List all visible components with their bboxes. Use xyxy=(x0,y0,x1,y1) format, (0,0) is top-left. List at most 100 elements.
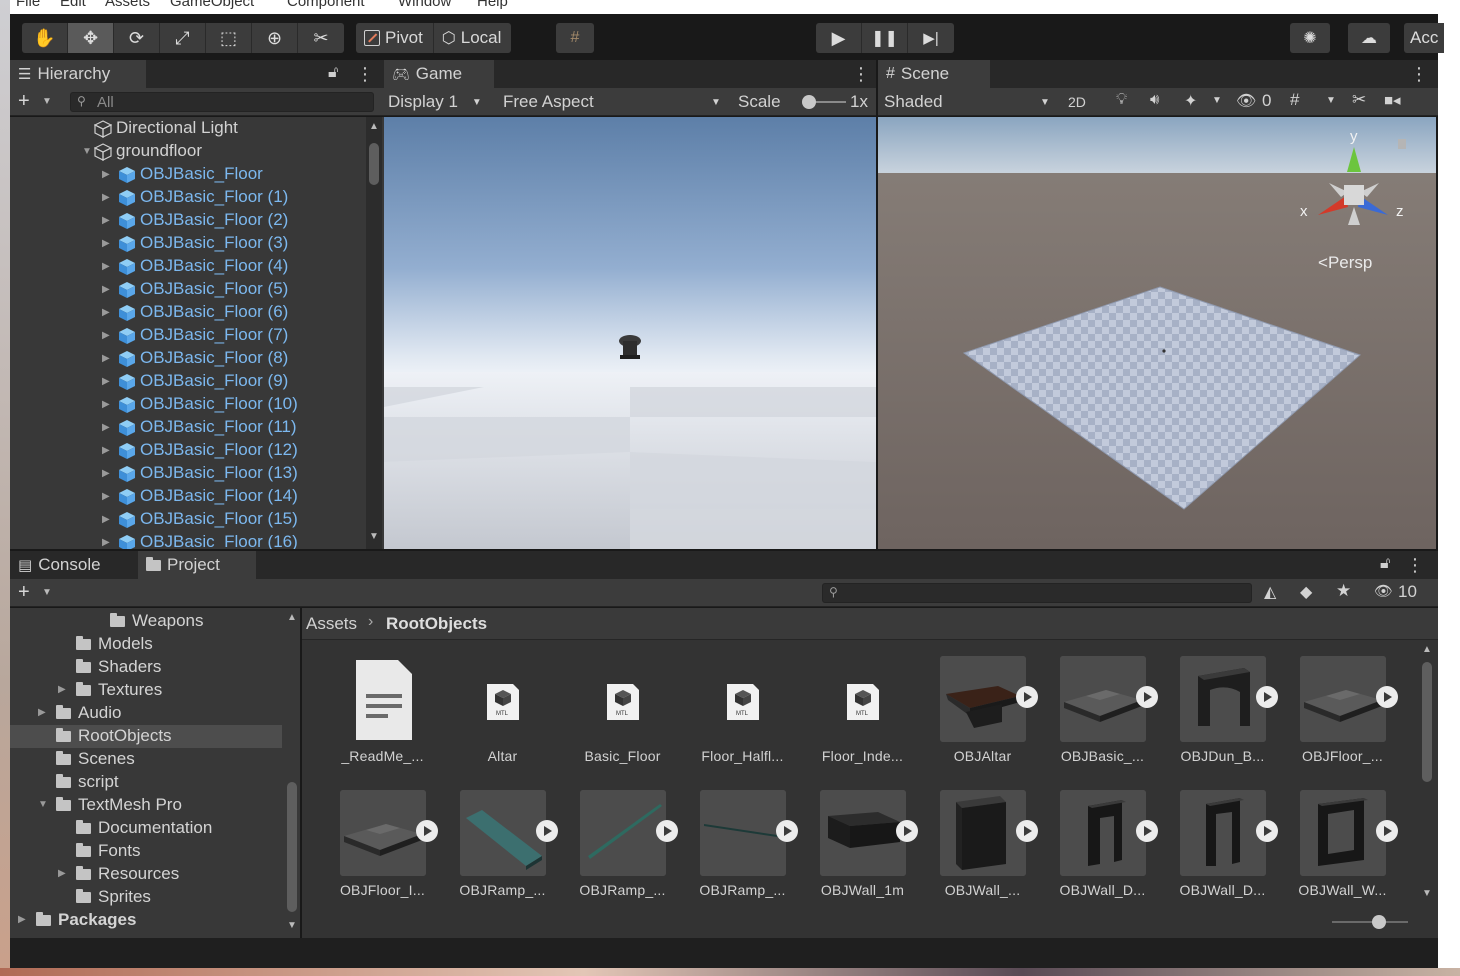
tree-scroll-thumb[interactable] xyxy=(287,782,297,912)
hierarchy-item[interactable]: ▶ OBJBasic_Floor (12) xyxy=(10,439,365,462)
folder-tree-item[interactable]: ▶ Packages xyxy=(10,909,282,932)
folder-tree-item[interactable]: Scenes xyxy=(10,748,282,771)
hierarchy-item[interactable]: ▶ OBJBasic_Floor (8) xyxy=(10,347,365,370)
hierarchy-item[interactable]: ▶ OBJBasic_Floor (16) xyxy=(10,531,365,549)
expand-closed-icon[interactable]: ▶ xyxy=(38,707,46,718)
asset-item[interactable]: OBJWall_... xyxy=(920,790,1038,920)
scroll-up-icon[interactable]: ▲ xyxy=(1422,644,1432,655)
menu-help[interactable]: Help xyxy=(477,0,508,10)
expand-play-icon[interactable] xyxy=(536,820,558,842)
asset-scrollbar[interactable]: ▲ ▼ xyxy=(1418,642,1436,904)
expand-closed-icon[interactable]: ▶ xyxy=(102,330,110,341)
cloud-button[interactable]: ☁ xyxy=(1348,23,1390,53)
audio-icon[interactable]: 🔊︎ xyxy=(1150,91,1159,108)
asset-item[interactable]: OBJFloor_... xyxy=(1280,656,1398,786)
asset-item[interactable]: OBJRamp_... xyxy=(560,790,678,920)
hierarchy-item[interactable]: ▶ OBJBasic_Floor (6) xyxy=(10,301,365,324)
menu-window[interactable]: Window xyxy=(398,0,451,10)
display-dropdown[interactable]: Display 1 ▼ xyxy=(388,92,482,112)
game-menu-icon[interactable]: ⋮ xyxy=(852,64,870,85)
expand-play-icon[interactable] xyxy=(416,820,438,842)
grid-snap-button[interactable]: # xyxy=(556,23,594,53)
game-viewport[interactable] xyxy=(384,117,876,549)
chevron-down-icon[interactable]: ▼ xyxy=(42,587,52,598)
lock-icon[interactable]: 🔓︎ xyxy=(1380,555,1390,573)
asset-item[interactable]: MTL Floor_Inde... xyxy=(800,656,918,786)
pause-button[interactable]: ❚❚ xyxy=(862,23,908,53)
asset-item[interactable]: OBJWall_1m xyxy=(800,790,918,920)
expand-play-icon[interactable] xyxy=(1136,686,1158,708)
scroll-down-icon[interactable]: ▼ xyxy=(369,531,379,542)
expand-play-icon[interactable] xyxy=(1016,820,1038,842)
custom-tool-icon[interactable]: ✂ xyxy=(298,23,344,53)
pivot-button[interactable]: Pivot xyxy=(356,23,434,53)
menu-gameobject[interactable]: GameObject xyxy=(170,0,254,10)
tree-scrollbar[interactable]: ▲ ▼ xyxy=(284,608,300,938)
hierarchy-item[interactable]: ▶ OBJBasic_Floor (1) xyxy=(10,186,365,209)
step-button[interactable]: ▶| xyxy=(908,23,954,53)
expand-play-icon[interactable] xyxy=(776,820,798,842)
expand-closed-icon[interactable]: ▶ xyxy=(102,445,110,456)
folder-tree-item[interactable]: Weapons xyxy=(10,610,282,633)
hierarchy-item[interactable]: ▶ OBJBasic_Floor xyxy=(10,163,365,186)
scale-tool-icon[interactable]: ⤢ xyxy=(160,23,206,53)
expand-play-icon[interactable] xyxy=(1376,686,1398,708)
scene-viewport[interactable]: y x z <Persp xyxy=(878,117,1436,549)
expand-open-icon[interactable]: ▼ xyxy=(82,146,92,157)
expand-play-icon[interactable] xyxy=(1376,820,1398,842)
hierarchy-scroll-thumb[interactable] xyxy=(369,143,379,185)
shading-dropdown[interactable]: Shaded ▼ xyxy=(884,92,1054,112)
expand-play-icon[interactable] xyxy=(1256,820,1278,842)
account-dropdown[interactable]: Acc xyxy=(1404,23,1444,53)
folder-tree-item[interactable]: Documentation xyxy=(10,817,282,840)
expand-closed-icon[interactable]: ▶ xyxy=(102,537,110,548)
move-tool-icon[interactable]: ✥ xyxy=(68,23,114,53)
asset-item[interactable]: OBJAltar xyxy=(920,656,1038,786)
lighting-icon[interactable]: 💡︎ xyxy=(1116,91,1127,109)
expand-closed-icon[interactable]: ▶ xyxy=(102,284,110,295)
project-menu-icon[interactable]: ⋮ xyxy=(1406,555,1424,576)
hierarchy-item[interactable]: ▶ OBJBasic_Floor (10) xyxy=(10,393,365,416)
thumbnail-size-knob[interactable] xyxy=(1372,915,1386,929)
play-button[interactable]: ▶ xyxy=(816,23,862,53)
scroll-down-icon[interactable]: ▼ xyxy=(287,920,297,931)
expand-closed-icon[interactable]: ▶ xyxy=(102,422,110,433)
rect-tool-icon[interactable]: ⬚ xyxy=(206,23,252,53)
chevron-down-icon[interactable]: ▼ xyxy=(1326,95,1336,106)
hierarchy-item[interactable]: ▶ OBJBasic_Floor (5) xyxy=(10,278,365,301)
expand-play-icon[interactable] xyxy=(896,820,918,842)
hierarchy-item[interactable]: ▶ OBJBasic_Floor (13) xyxy=(10,462,365,485)
menu-component[interactable]: Component xyxy=(287,0,365,10)
tab-hierarchy[interactable]: ☰ Hierarchy xyxy=(10,60,146,88)
expand-closed-icon[interactable]: ▶ xyxy=(102,192,110,203)
expand-closed-icon[interactable]: ▶ xyxy=(102,353,110,364)
transform-tool-icon[interactable]: ⊕ xyxy=(252,23,298,53)
expand-play-icon[interactable] xyxy=(656,820,678,842)
asset-item[interactable]: OBJRamp_... xyxy=(440,790,558,920)
local-button[interactable]: ⬡ Local xyxy=(434,23,512,53)
scale-slider[interactable] xyxy=(802,95,846,109)
aspect-dropdown[interactable]: Free Aspect ▼ xyxy=(503,92,721,112)
hidden-packages-icon[interactable]: 👁︎ xyxy=(1374,582,1393,600)
menu-file[interactable]: File xyxy=(16,0,40,10)
rotate-tool-icon[interactable]: ⟳ xyxy=(114,23,160,53)
tab-project[interactable]: Project xyxy=(138,551,256,579)
scale-slider-knob[interactable] xyxy=(802,95,816,109)
expand-closed-icon[interactable]: ▶ xyxy=(102,468,110,479)
scroll-up-icon[interactable]: ▲ xyxy=(287,612,297,623)
tab-game[interactable]: 🎮︎ Game xyxy=(384,60,494,88)
label-icon[interactable]: ◆ xyxy=(1300,582,1312,602)
hand-tool-icon[interactable]: ✋ xyxy=(22,23,68,53)
expand-closed-icon[interactable]: ▶ xyxy=(102,307,110,318)
thumbnail-size-slider[interactable] xyxy=(1332,915,1408,929)
expand-closed-icon[interactable]: ▶ xyxy=(102,215,110,226)
menu-edit[interactable]: Edit xyxy=(60,0,86,10)
expand-closed-icon[interactable]: ▶ xyxy=(102,238,110,249)
chevron-down-icon[interactable]: ▼ xyxy=(1212,95,1222,106)
folder-tree-item[interactable]: ▶ Textures xyxy=(10,679,282,702)
expand-open-icon[interactable]: ▼ xyxy=(38,799,48,810)
expand-closed-icon[interactable]: ▶ xyxy=(102,399,110,410)
expand-closed-icon[interactable]: ▶ xyxy=(58,684,66,695)
expand-closed-icon[interactable]: ▶ xyxy=(102,491,110,502)
grid-toggle-icon[interactable]: # xyxy=(1290,90,1299,110)
